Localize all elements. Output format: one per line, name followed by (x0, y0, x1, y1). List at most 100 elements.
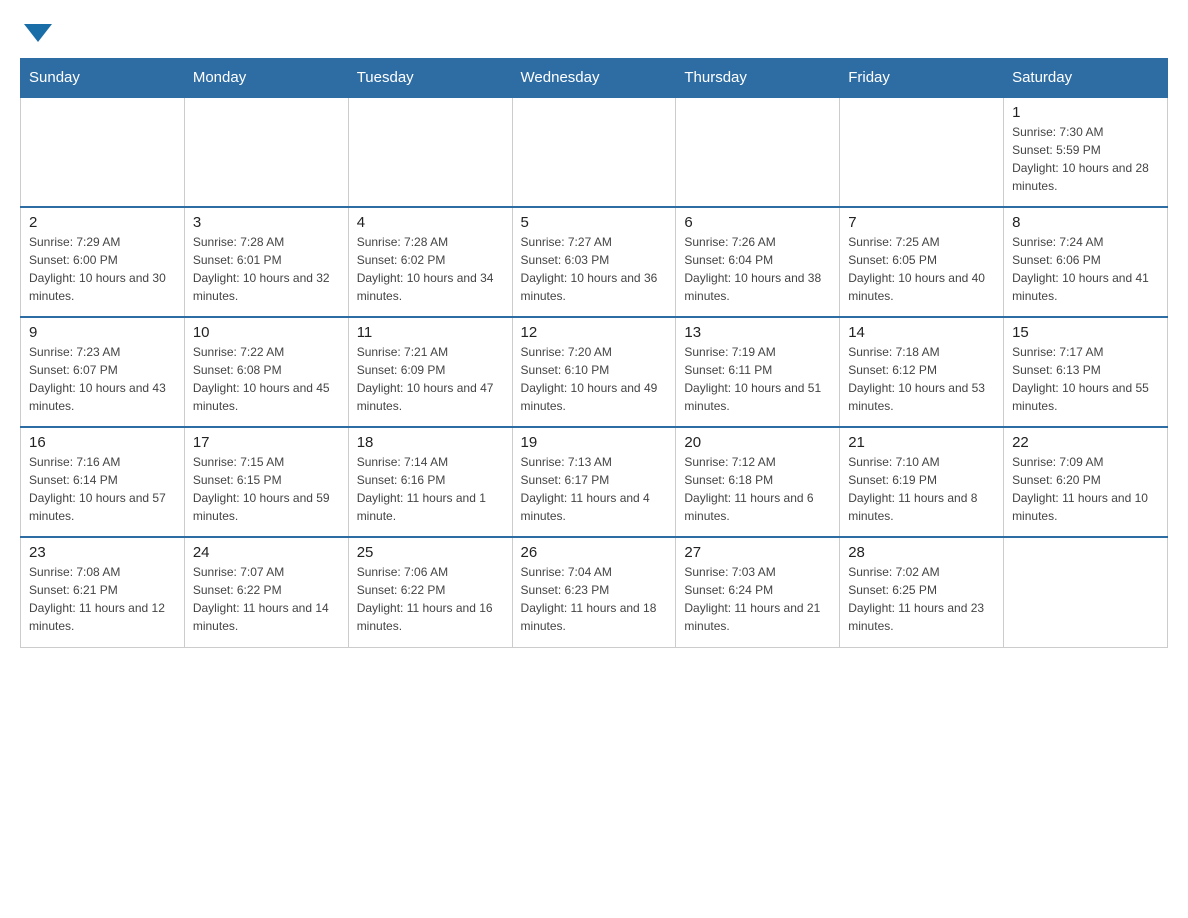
day-number: 1 (1012, 104, 1159, 121)
calendar-week-row: 16Sunrise: 7:16 AMSunset: 6:14 PMDayligh… (21, 427, 1168, 537)
logo (20, 20, 52, 42)
calendar-cell: 5 Sunrise: 7:27 AMSunset: 6:03 PMDaylight… (512, 207, 676, 317)
day-number: 10 (193, 324, 340, 341)
day-info: Sunrise: 7:08 AMSunset: 6:21 PMDaylight:… (29, 563, 176, 635)
day-number: 21 (848, 434, 995, 451)
day-info: Sunrise: 7:09 AMSunset: 6:20 PMDaylight:… (1012, 453, 1159, 525)
calendar-cell: 7 Sunrise: 7:25 AMSunset: 6:05 PMDaylight… (840, 207, 1004, 317)
calendar-cell: 6 Sunrise: 7:26 AMSunset: 6:04 PMDaylight… (676, 207, 840, 317)
day-info: Sunrise: 7:22 AMSunset: 6:08 PMDaylight:… (193, 343, 340, 415)
day-number: 8 (1012, 214, 1159, 231)
day-info: Sunrise: 7:06 AMSunset: 6:22 PMDaylight:… (357, 563, 504, 635)
day-info: Sunrise: 7:28 AMSunset: 6:02 PMDaylight:… (357, 233, 504, 305)
column-header-monday: Monday (184, 59, 348, 98)
calendar-header-row: SundayMondayTuesdayWednesdayThursdayFrid… (21, 59, 1168, 98)
day-number: 2 (29, 214, 176, 231)
day-info: Sunrise: 7:14 AMSunset: 6:16 PMDaylight:… (357, 453, 504, 525)
calendar-cell: 12Sunrise: 7:20 AMSunset: 6:10 PMDayligh… (512, 317, 676, 427)
day-number: 14 (848, 324, 995, 341)
day-info: Sunrise: 7:17 AMSunset: 6:13 PMDaylight:… (1012, 343, 1159, 415)
day-info: Sunrise: 7:03 AMSunset: 6:24 PMDaylight:… (684, 563, 831, 635)
calendar-cell: 16Sunrise: 7:16 AMSunset: 6:14 PMDayligh… (21, 427, 185, 537)
day-number: 26 (521, 544, 668, 561)
day-info: Sunrise: 7:26 AMSunset: 6:04 PMDaylight:… (684, 233, 831, 305)
day-number: 13 (684, 324, 831, 341)
day-info: Sunrise: 7:28 AMSunset: 6:01 PMDaylight:… (193, 233, 340, 305)
calendar-cell (512, 97, 676, 207)
day-info: Sunrise: 7:30 AMSunset: 5:59 PMDaylight:… (1012, 123, 1159, 195)
calendar-cell: 11 Sunrise: 7:21 AMSunset: 6:09 PMDayligh… (348, 317, 512, 427)
day-number: 7 (848, 214, 995, 231)
calendar-cell (21, 97, 185, 207)
calendar-cell: 20 Sunrise: 7:12 AMSunset: 6:18 PMDayligh… (676, 427, 840, 537)
column-header-wednesday: Wednesday (512, 59, 676, 98)
day-number: 25 (357, 544, 504, 561)
day-info: Sunrise: 7:27 AMSunset: 6:03 PMDaylight:… (521, 233, 668, 305)
day-number: 15 (1012, 324, 1159, 341)
calendar-week-row: 23 Sunrise: 7:08 AMSunset: 6:21 PMDayligh… (21, 537, 1168, 647)
calendar-cell: 14 Sunrise: 7:18 AMSunset: 6:12 PMDayligh… (840, 317, 1004, 427)
calendar-cell: 2 Sunrise: 7:29 AMSunset: 6:00 PMDaylight… (21, 207, 185, 317)
day-info: Sunrise: 7:21 AMSunset: 6:09 PMDaylight:… (357, 343, 504, 415)
day-number: 9 (29, 324, 176, 341)
calendar-cell: 13 Sunrise: 7:19 AMSunset: 6:11 PMDayligh… (676, 317, 840, 427)
column-header-friday: Friday (840, 59, 1004, 98)
day-info: Sunrise: 7:19 AMSunset: 6:11 PMDaylight:… (684, 343, 831, 415)
day-number: 28 (848, 544, 995, 561)
calendar-cell (348, 97, 512, 207)
day-info: Sunrise: 7:24 AMSunset: 6:06 PMDaylight:… (1012, 233, 1159, 305)
day-info: Sunrise: 7:15 AMSunset: 6:15 PMDaylight:… (193, 453, 340, 525)
calendar-cell: 8 Sunrise: 7:24 AMSunset: 6:06 PMDaylight… (1004, 207, 1168, 317)
day-info: Sunrise: 7:29 AMSunset: 6:00 PMDaylight:… (29, 233, 176, 305)
calendar-cell: 26 Sunrise: 7:04 AMSunset: 6:23 PMDayligh… (512, 537, 676, 647)
day-info: Sunrise: 7:02 AMSunset: 6:25 PMDaylight:… (848, 563, 995, 635)
calendar-cell (676, 97, 840, 207)
calendar-cell (184, 97, 348, 207)
calendar-cell: 24 Sunrise: 7:07 AMSunset: 6:22 PMDayligh… (184, 537, 348, 647)
calendar-table: SundayMondayTuesdayWednesdayThursdayFrid… (20, 58, 1168, 648)
day-info: Sunrise: 7:10 AMSunset: 6:19 PMDaylight:… (848, 453, 995, 525)
column-header-saturday: Saturday (1004, 59, 1168, 98)
calendar-cell: 19 Sunrise: 7:13 AMSunset: 6:17 PMDayligh… (512, 427, 676, 537)
day-number: 24 (193, 544, 340, 561)
day-number: 6 (684, 214, 831, 231)
calendar-cell: 28 Sunrise: 7:02 AMSunset: 6:25 PMDayligh… (840, 537, 1004, 647)
day-number: 16 (29, 434, 176, 451)
day-info: Sunrise: 7:07 AMSunset: 6:22 PMDaylight:… (193, 563, 340, 635)
calendar-cell (840, 97, 1004, 207)
day-info: Sunrise: 7:12 AMSunset: 6:18 PMDaylight:… (684, 453, 831, 525)
calendar-week-row: 2 Sunrise: 7:29 AMSunset: 6:00 PMDaylight… (21, 207, 1168, 317)
column-header-sunday: Sunday (21, 59, 185, 98)
day-number: 19 (521, 434, 668, 451)
calendar-cell: 15 Sunrise: 7:17 AMSunset: 6:13 PMDayligh… (1004, 317, 1168, 427)
calendar-week-row: 9Sunrise: 7:23 AMSunset: 6:07 PMDaylight… (21, 317, 1168, 427)
day-number: 3 (193, 214, 340, 231)
day-info: Sunrise: 7:04 AMSunset: 6:23 PMDaylight:… (521, 563, 668, 635)
column-header-tuesday: Tuesday (348, 59, 512, 98)
calendar-cell: 1 Sunrise: 7:30 AMSunset: 5:59 PMDaylight… (1004, 97, 1168, 207)
day-number: 20 (684, 434, 831, 451)
logo-arrow-icon (24, 24, 52, 42)
day-number: 11 (357, 324, 504, 341)
day-number: 23 (29, 544, 176, 561)
day-number: 22 (1012, 434, 1159, 451)
calendar-cell: 25 Sunrise: 7:06 AMSunset: 6:22 PMDayligh… (348, 537, 512, 647)
calendar-cell: 18Sunrise: 7:14 AMSunset: 6:16 PMDayligh… (348, 427, 512, 537)
day-info: Sunrise: 7:13 AMSunset: 6:17 PMDaylight:… (521, 453, 668, 525)
calendar-cell: 22 Sunrise: 7:09 AMSunset: 6:20 PMDayligh… (1004, 427, 1168, 537)
day-number: 27 (684, 544, 831, 561)
day-number: 5 (521, 214, 668, 231)
calendar-cell: 9Sunrise: 7:23 AMSunset: 6:07 PMDaylight… (21, 317, 185, 427)
calendar-cell: 23 Sunrise: 7:08 AMSunset: 6:21 PMDayligh… (21, 537, 185, 647)
calendar-cell: 10 Sunrise: 7:22 AMSunset: 6:08 PMDayligh… (184, 317, 348, 427)
day-number: 17 (193, 434, 340, 451)
calendar-cell: 4 Sunrise: 7:28 AMSunset: 6:02 PMDaylight… (348, 207, 512, 317)
day-number: 4 (357, 214, 504, 231)
day-info: Sunrise: 7:25 AMSunset: 6:05 PMDaylight:… (848, 233, 995, 305)
day-info: Sunrise: 7:20 AMSunset: 6:10 PMDaylight:… (521, 343, 668, 415)
calendar-week-row: 1 Sunrise: 7:30 AMSunset: 5:59 PMDaylight… (21, 97, 1168, 207)
day-info: Sunrise: 7:18 AMSunset: 6:12 PMDaylight:… (848, 343, 995, 415)
column-header-thursday: Thursday (676, 59, 840, 98)
calendar-cell: 27 Sunrise: 7:03 AMSunset: 6:24 PMDayligh… (676, 537, 840, 647)
calendar-cell (1004, 537, 1168, 647)
